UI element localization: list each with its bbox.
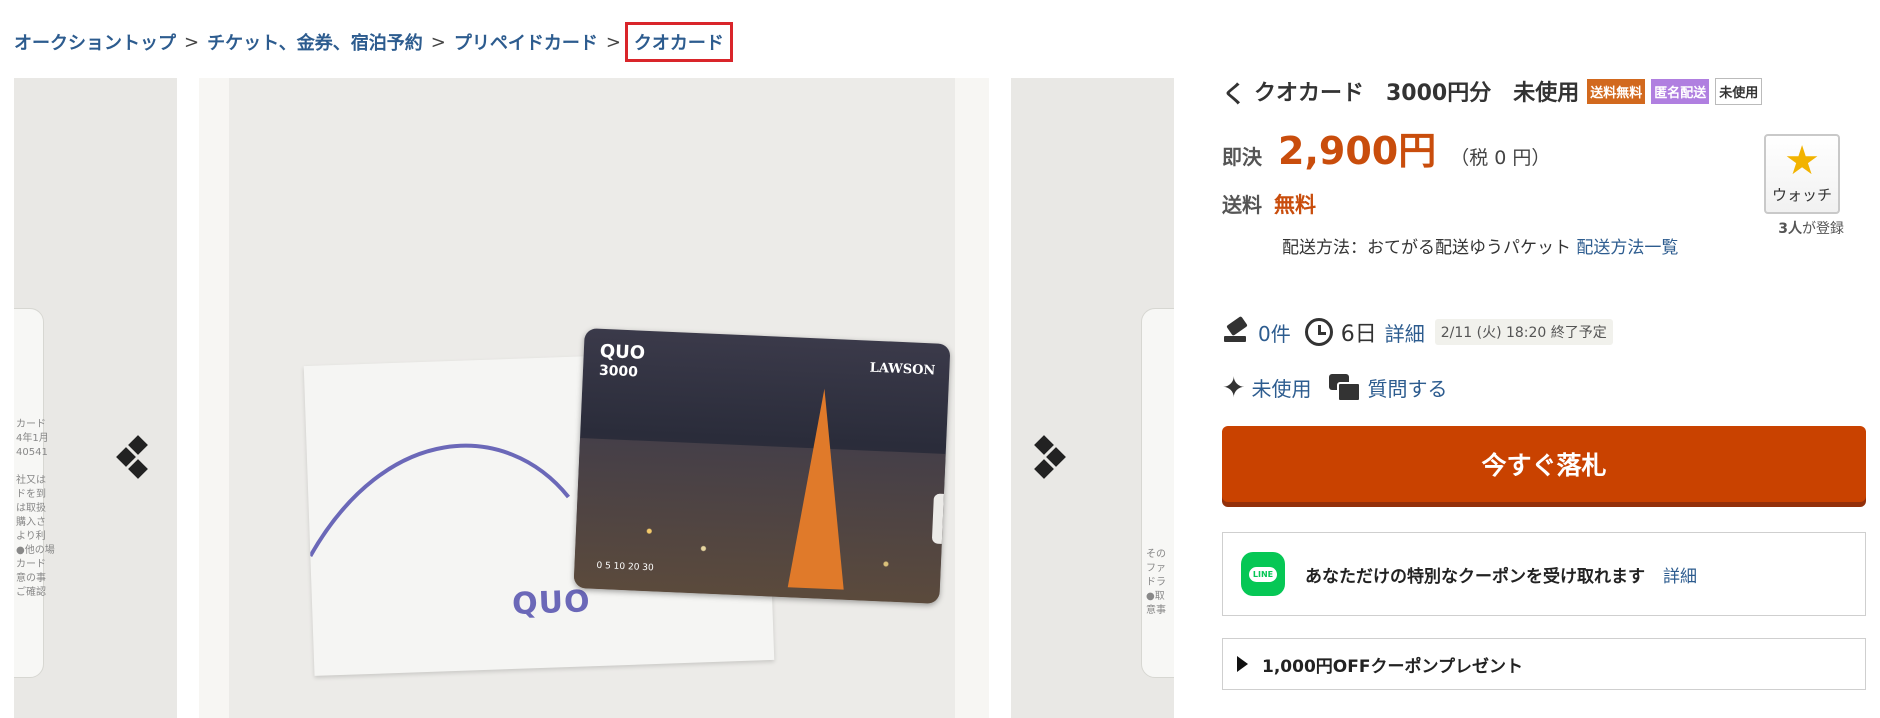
card-store-logo: LAWSON xyxy=(869,360,936,379)
condition-row: ✦ 未使用 質問する xyxy=(1222,370,1866,404)
line-detail-link[interactable]: 詳細 xyxy=(1663,562,1697,587)
side-image-text: カード 4年1月 40541 社又は ドを到 は取扱 購入さ より利 ●他の場 … xyxy=(16,419,55,598)
watch-count-number: 3人 xyxy=(1778,221,1802,237)
breadcrumb-separator: > xyxy=(430,31,446,53)
ask-question-link[interactable]: 質問する xyxy=(1367,373,1447,402)
line-icon-text: LINE xyxy=(1248,566,1278,582)
gallery-main-image[interactable]: QUO QUO 3000 LAWSON 0 5 10 20 30 xyxy=(199,78,989,718)
breadcrumb-current-quo-card[interactable]: クオカード xyxy=(624,22,733,62)
tokyo-tower-graphic xyxy=(787,387,853,590)
city-night-view xyxy=(573,438,946,604)
watch-count: 3人が登録 xyxy=(1778,218,1844,238)
shipping-method-list-link[interactable]: 配送方法一覧 xyxy=(1576,238,1678,258)
bid-count[interactable]: 0件 xyxy=(1258,318,1291,347)
back-chevron-icon[interactable]: く xyxy=(1222,74,1246,109)
side-image-text: その ファ ドラ ●取 意事 xyxy=(1146,549,1166,616)
chat-icon xyxy=(1329,374,1362,402)
breadcrumb-separator: > xyxy=(605,31,621,53)
breadcrumb-link-tickets[interactable]: チケット、金券、宿泊予約 xyxy=(207,29,423,55)
line-coupon-box: LINE あなただけの特別なクーポンを受け取れます 詳細 xyxy=(1222,532,1866,616)
sparkle-icon: ✦ xyxy=(1222,370,1246,404)
product-info-panel: く クオカード 3000円分 未使用 送料無料 匿名配送 未使用 即決 2,90… xyxy=(1222,74,1866,690)
item-condition[interactable]: 未使用 xyxy=(1251,373,1311,402)
clock-icon xyxy=(1304,318,1333,346)
gallery-prev-image[interactable]: カード 4年1月 40541 社又は ドを到 は取扱 購入さ より利 ●他の場 … xyxy=(14,78,177,718)
line-coupon-text: あなただけの特別なクーポンを受け取れます xyxy=(1305,566,1645,587)
free-shipping-badge: 送料無料 xyxy=(1587,78,1646,104)
breadcrumb-link-auction-top[interactable]: オークショントップ xyxy=(14,29,176,55)
expand-triangle-icon xyxy=(1237,656,1248,672)
shipping-label: 送料 xyxy=(1222,193,1262,217)
quo-card-image: QUO 3000 LAWSON 0 5 10 20 30 xyxy=(573,328,951,604)
gallery-prev-arrow-icon[interactable] xyxy=(116,435,157,498)
product-title: クオカード 3000円分 未使用 xyxy=(1254,81,1580,106)
watch-button[interactable]: ★ ウォッチ xyxy=(1764,134,1840,214)
side-card-image xyxy=(1141,308,1174,678)
watch-label: ウォッチ xyxy=(1771,186,1832,204)
gallery-next-arrow-icon[interactable] xyxy=(1033,435,1073,498)
envelope-quo-logo: QUO xyxy=(511,584,592,622)
title-row: く クオカード 3000円分 未使用 送料無料 匿名配送 未使用 xyxy=(1222,74,1866,108)
star-icon: ★ xyxy=(1784,138,1820,184)
breadcrumb-link-prepaid-card[interactable]: プリペイドカード xyxy=(454,29,598,55)
image-gallery: カード 4年1月 40541 社又は ドを到 は取扱 購入さ より利 ●他の場 … xyxy=(0,78,1176,718)
tax-amount: （税 0 円） xyxy=(1450,147,1551,169)
end-time-tag: 2/11 (火) 18:20 終了予定 xyxy=(1434,319,1613,345)
breadcrumb-separator: > xyxy=(184,31,200,53)
main-photo: QUO QUO 3000 LAWSON 0 5 10 20 30 xyxy=(229,78,955,718)
card-notch xyxy=(931,493,946,545)
anonymous-shipping-badge: 匿名配送 xyxy=(1651,78,1710,104)
card-value: 3000 xyxy=(598,362,639,381)
buy-now-price: 2,900円 xyxy=(1278,129,1437,173)
shipping-method-text: 配送方法：おてがる配送ゆうパケット xyxy=(1282,238,1571,258)
breadcrumb: オークショントップ > チケット、金券、宿泊予約 > プリペイドカード > クオ… xyxy=(14,22,733,62)
line-icon: LINE xyxy=(1241,552,1285,596)
buy-now-label: 即決 xyxy=(1222,145,1262,169)
gallery-next-image[interactable]: その ファ ドラ ●取 意事 xyxy=(1011,78,1174,718)
unused-badge: 未使用 xyxy=(1715,77,1763,105)
watch-count-suffix: が登録 xyxy=(1802,221,1844,237)
time-detail-link[interactable]: 詳細 xyxy=(1385,318,1425,347)
card-brand: QUO xyxy=(599,340,646,364)
coupon-text: 1,000円OFFクーポンプレゼント xyxy=(1262,656,1523,677)
shipping-value: 無料 xyxy=(1274,193,1316,217)
time-remaining: 6日 xyxy=(1340,322,1377,347)
coupon-accordion[interactable]: 1,000円OFFクーポンプレゼント xyxy=(1222,638,1866,690)
buy-now-button[interactable]: 今すぐ落札 xyxy=(1222,426,1866,502)
auction-stats-row: 0件 6日 詳細 2/11 (火) 18:20 終了予定 xyxy=(1222,316,1866,348)
gavel-icon xyxy=(1222,318,1250,346)
